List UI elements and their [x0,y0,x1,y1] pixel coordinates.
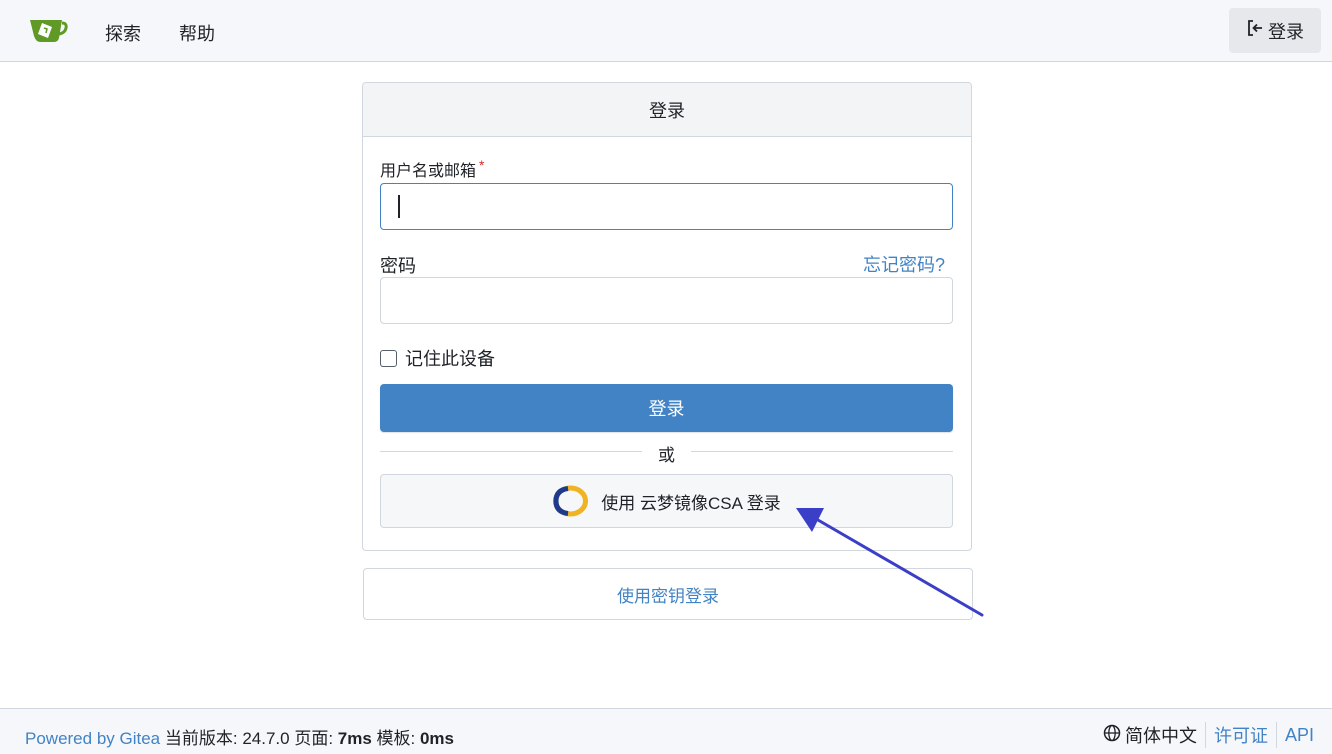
password-input[interactable] [380,277,953,324]
globe-icon [1103,724,1121,747]
forgot-password-link[interactable]: 忘记密码? [863,251,945,277]
footer-links: 简体中文 许可证 API [1103,722,1314,748]
gitea-logo-icon[interactable] [28,14,68,46]
version-label: 当前版本: [164,729,243,748]
nav-signin-button[interactable]: 登录 [1229,8,1321,53]
language-label: 简体中文 [1124,726,1197,746]
nav-signin-label: 登录 [1268,21,1304,42]
template-time-value: 0ms [419,729,454,748]
remember-checkbox[interactable] [380,349,397,367]
footer: Powered by Gitea 当前版本: 24.7.0 页面: 7ms 模板… [0,708,1332,754]
page-time-label: 页面: [289,729,338,748]
license-link[interactable]: 许可证 [1206,722,1277,748]
page-time-value: 7ms [337,729,372,748]
login-card-title: 登录 [363,83,971,137]
api-link[interactable]: API [1277,725,1314,746]
annotation-arrow-icon [796,508,984,617]
remember-label: 记住此设备 [405,349,495,369]
sign-in-icon [1246,19,1264,42]
login-submit-button[interactable]: 登录 [380,384,953,432]
or-divider-text: 或 [658,446,675,465]
required-mark: * [479,157,485,173]
username-label-text: 用户名或邮箱 [380,163,477,180]
powered-by-link[interactable]: Powered by Gitea [25,729,160,748]
oauth-csa-login-label: 使用 云梦镜像CSA 登录 [601,493,781,513]
top-navbar: 探索 帮助 登录 [0,0,1332,62]
username-label: 用户名或邮箱 * [380,157,484,181]
footer-info: Powered by Gitea 当前版本: 24.7.0 页面: 7ms 模板… [25,724,454,749]
password-label: 密码 [380,256,416,276]
nav-help-link[interactable]: 帮助 [179,20,215,46]
version-value: 24.7.0 [242,729,290,748]
template-time-label: 模板: [371,729,420,748]
language-selector[interactable]: 简体中文 [1103,722,1206,748]
remember-device[interactable]: 记住此设备 [380,345,495,371]
nav-explore-link[interactable]: 探索 [105,20,141,46]
text-caret [398,195,400,218]
login-card: 登录 用户名或邮箱 * 密码 忘记密码? 记住此设备 登录 或 使用 云梦镜像CS… [362,82,972,551]
csa-ring-logo-icon [552,485,589,517]
or-divider: 或 [380,441,953,465]
username-input[interactable] [380,183,953,230]
